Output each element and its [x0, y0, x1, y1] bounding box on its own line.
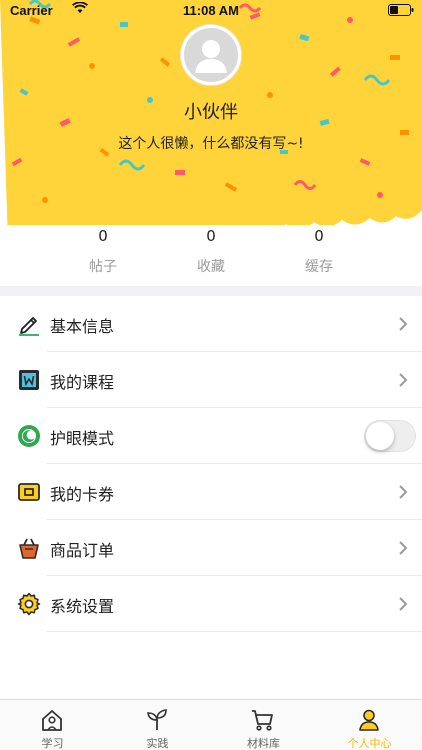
eye-mode-icon: [18, 425, 40, 447]
coupon-icon: [18, 483, 40, 501]
menu-label: 系统设置: [50, 597, 115, 616]
menu-label: 基本信息: [50, 317, 115, 336]
sprout-icon: [147, 709, 167, 730]
section-divider: [0, 286, 422, 296]
avatar[interactable]: [181, 25, 241, 85]
chevron-right-icon: [399, 317, 408, 331]
menu-item-basic-info[interactable]: 基本信息: [0, 296, 422, 352]
menu-label: 我的卡券: [50, 485, 115, 504]
user-bio: 这个人很懒，什么都没有写~!: [118, 136, 304, 152]
chevron-right-icon: [399, 541, 408, 555]
tab-profile[interactable]: 个人中心: [317, 700, 422, 750]
menu-item-my-courses[interactable]: 我的课程: [0, 352, 422, 408]
menu-item-eye-mode: 护眼模式: [0, 408, 422, 464]
default-avatar-icon: [195, 40, 227, 73]
tab-study[interactable]: 学习: [0, 700, 105, 750]
course-icon: [19, 370, 39, 390]
menu-item-orders[interactable]: 商品订单: [0, 520, 422, 576]
chevron-right-icon: [399, 597, 408, 611]
person-icon: [359, 709, 379, 731]
chevron-right-icon: [399, 485, 408, 499]
cart-icon: [252, 710, 273, 731]
username: 小伙伴: [184, 102, 238, 123]
divider: [47, 631, 422, 632]
chevron-right-icon: [399, 373, 408, 387]
menu-label: 商品订单: [50, 541, 115, 560]
menu-item-system-settings[interactable]: 系统设置: [0, 576, 422, 632]
tab-practice[interactable]: 实践: [105, 700, 210, 750]
tab-materials[interactable]: 材料库: [211, 700, 316, 750]
gear-icon: [17, 592, 41, 616]
stats-row: 0 帖子 0 收藏 0 缓存: [0, 222, 422, 286]
edit-icon: [19, 317, 39, 336]
profile-header: Carrier 11:08 AM 小伙伴 这个人很懒，什么都没有写~!: [0, 0, 422, 225]
menu-item-my-coupons[interactable]: 我的卡券: [0, 464, 422, 520]
status-bar: Carrier 11:08 AM: [0, 0, 422, 22]
order-basket-icon: [19, 538, 39, 559]
stat-label: 缓存: [305, 259, 333, 275]
toggle-knob: [366, 422, 394, 450]
tab-label: 个人中心: [347, 737, 392, 750]
menu-label: 我的课程: [50, 373, 115, 392]
tab-label: 实践: [146, 737, 169, 750]
home-icon: [42, 710, 62, 731]
eye-mode-toggle[interactable]: [364, 420, 416, 452]
battery-icon: [388, 4, 414, 16]
clock: 11:08 AM: [183, 3, 239, 18]
settings-menu: 基本信息 我的课程 护眼模式 我的卡券 商品订单 系统设置: [0, 296, 422, 632]
stat-cache[interactable]: 0 缓存: [249, 222, 389, 276]
bottom-tab-bar: 学习 实践 材料库 个人中心: [0, 699, 422, 750]
tab-label: 材料库: [247, 737, 280, 750]
menu-label: 护眼模式: [50, 429, 115, 448]
stat-value: 0: [314, 227, 324, 245]
tab-label: 学习: [41, 737, 64, 750]
